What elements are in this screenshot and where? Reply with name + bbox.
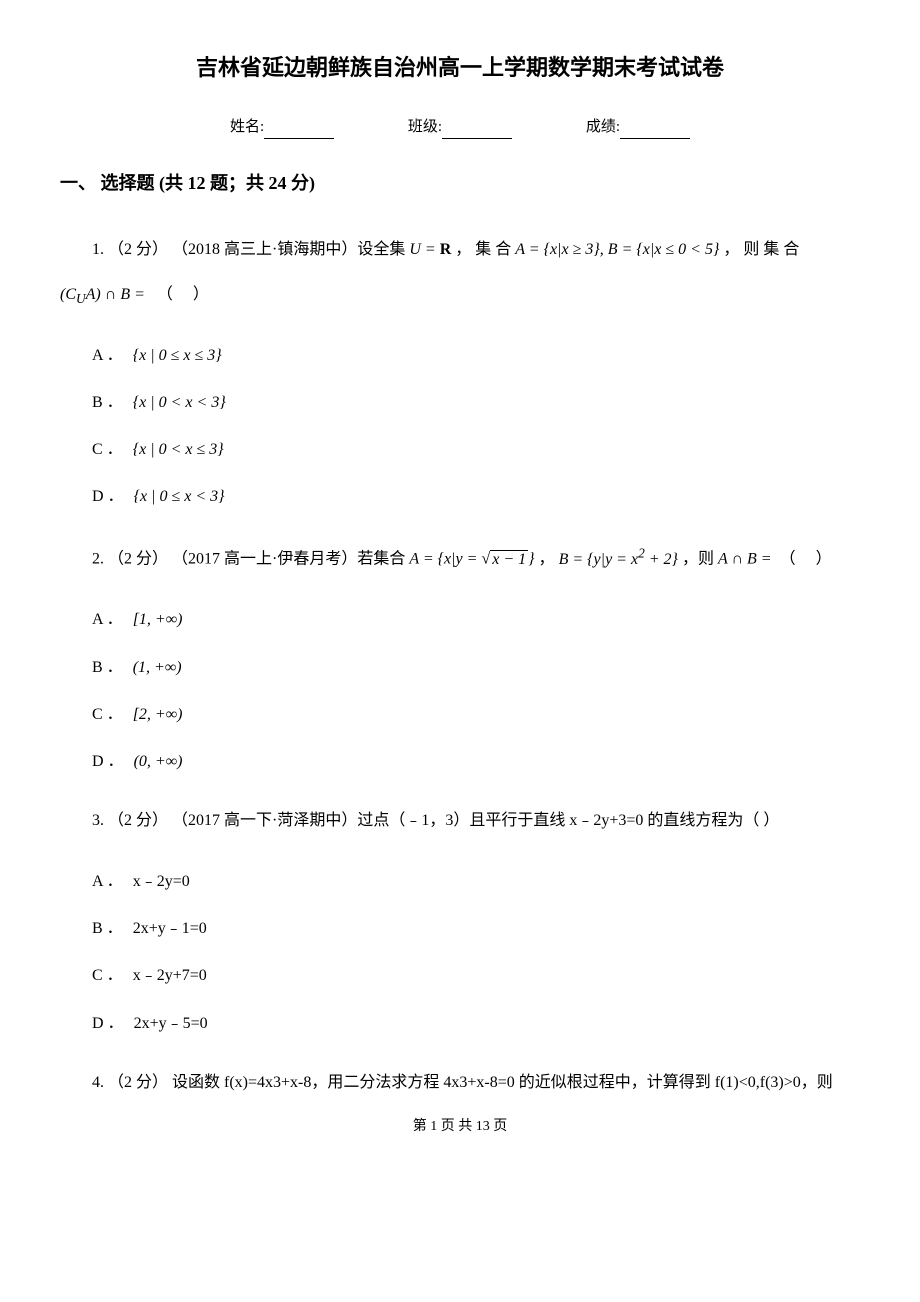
- q3-option-d[interactable]: D ． 2x+y﹣5=0: [92, 1006, 860, 1041]
- q2-optC-text: [2, +∞): [133, 706, 183, 723]
- q3-text: 3. （2 分） （2017 高一下·菏泽期中）过点（﹣1，3）且平行于直线 x…: [92, 812, 779, 829]
- q3-option-a[interactable]: A ． x﹣2y=0: [92, 864, 860, 899]
- option-label: D ．: [92, 1015, 124, 1032]
- q2-optB-text: (1, +∞): [133, 659, 182, 676]
- q2-setA: A = {x|y = √x − 1}: [409, 550, 534, 568]
- q1-mid2: ， 则 集 合: [723, 241, 799, 258]
- q1-option-b[interactable]: B ． {x | 0 < x < 3}: [92, 385, 860, 420]
- q2-prefix: 2. （2 分） （2017 高一上·伊春月考）若集合: [92, 551, 409, 568]
- page-title: 吉林省延边朝鲜族自治州高一上学期数学期末考试试卷: [60, 50, 860, 85]
- q2-option-c[interactable]: C ． [2, +∞): [92, 697, 860, 732]
- option-label: B ．: [92, 394, 123, 411]
- option-label: C ．: [92, 441, 123, 458]
- question-4: 4. （2 分） 设函数 f(x)=4x3+x-8，用二分法求方程 4x3+x-…: [60, 1061, 860, 1106]
- option-label: B ．: [92, 659, 123, 676]
- question-3: 3. （2 分） （2017 高一下·菏泽期中）过点（﹣1，3）且平行于直线 x…: [60, 799, 860, 844]
- class-field: 班级:: [408, 115, 512, 139]
- info-row: 姓名: 班级: 成绩:: [60, 115, 860, 139]
- q3-optC-text: x﹣2y+7=0: [133, 967, 207, 984]
- section-header: 一、 选择题 (共 12 题；共 24 分): [60, 169, 860, 198]
- name-label: 姓名:: [230, 119, 264, 135]
- q1-prefix: 1. （2 分） （2018 高三上·镇海期中）设全集: [92, 241, 409, 258]
- class-label: 班级:: [408, 119, 442, 135]
- q1-sets: A = {x|x ≥ 3}, B = {x|x ≤ 0 < 5}: [515, 241, 719, 258]
- option-label: B ．: [92, 920, 123, 937]
- question-2: 2. （2 分） （2017 高一上·伊春月考）若集合 A = {x|y = √…: [60, 534, 860, 582]
- q2-paren: （ ）: [780, 551, 840, 568]
- q2-option-d[interactable]: D ． (0, +∞): [92, 744, 860, 779]
- option-label: A ．: [92, 873, 123, 890]
- q1-optC-text: {x | 0 < x ≤ 3}: [133, 441, 224, 458]
- option-label: C ．: [92, 706, 123, 723]
- score-field: 成绩:: [586, 115, 690, 139]
- question-1: 1. （2 分） （2018 高三上·镇海期中）设全集 U = R ， 集 合 …: [60, 228, 860, 318]
- q4-text: 4. （2 分） 设函数 f(x)=4x3+x-8，用二分法求方程 4x3+x-…: [92, 1074, 833, 1091]
- q1-option-d[interactable]: D ． {x | 0 ≤ x < 3}: [92, 479, 860, 514]
- score-label: 成绩:: [586, 119, 620, 135]
- q3-optD-text: 2x+y﹣5=0: [134, 1015, 208, 1032]
- q1-optA-text: {x | 0 ≤ x ≤ 3}: [133, 347, 222, 364]
- name-field: 姓名:: [230, 115, 334, 139]
- q2-expr: A ∩ B =: [718, 551, 772, 568]
- q2-mid1: ，: [539, 551, 559, 568]
- option-label: A ．: [92, 611, 123, 628]
- q1-mid1: ， 集 合: [455, 241, 515, 258]
- q1-paren: （ ）: [157, 286, 217, 303]
- q1-option-a[interactable]: A ． {x | 0 ≤ x ≤ 3}: [92, 338, 860, 373]
- q1-u: U = R: [409, 241, 451, 258]
- q3-option-c[interactable]: C ． x﹣2y+7=0: [92, 958, 860, 993]
- q2-setB: B = {y|y = x2 + 2}: [559, 551, 678, 568]
- name-blank[interactable]: [264, 122, 334, 140]
- class-blank[interactable]: [442, 122, 512, 140]
- option-label: C ．: [92, 967, 123, 984]
- q2-option-b[interactable]: B ． (1, +∞): [92, 650, 860, 685]
- q2-optD-text: (0, +∞): [134, 753, 183, 770]
- q3-optA-text: x﹣2y=0: [133, 873, 190, 890]
- q3-option-b[interactable]: B ． 2x+y﹣1=0: [92, 911, 860, 946]
- q1-optD-text: {x | 0 ≤ x < 3}: [134, 488, 225, 505]
- q2-optA-text: [1, +∞): [133, 611, 183, 628]
- q2-mid2: ，则: [682, 551, 718, 568]
- q3-optB-text: 2x+y﹣1=0: [133, 920, 207, 937]
- option-label: D ．: [92, 753, 124, 770]
- option-label: A ．: [92, 347, 123, 364]
- q1-expr: (CUA) ∩ B =: [60, 286, 145, 303]
- q1-option-c[interactable]: C ． {x | 0 < x ≤ 3}: [92, 432, 860, 467]
- option-label: D ．: [92, 488, 124, 505]
- page-footer: 第 1 页 共 13 页: [60, 1116, 860, 1138]
- q1-optB-text: {x | 0 < x < 3}: [133, 394, 226, 411]
- q2-option-a[interactable]: A ． [1, +∞): [92, 602, 860, 637]
- score-blank[interactable]: [620, 122, 690, 140]
